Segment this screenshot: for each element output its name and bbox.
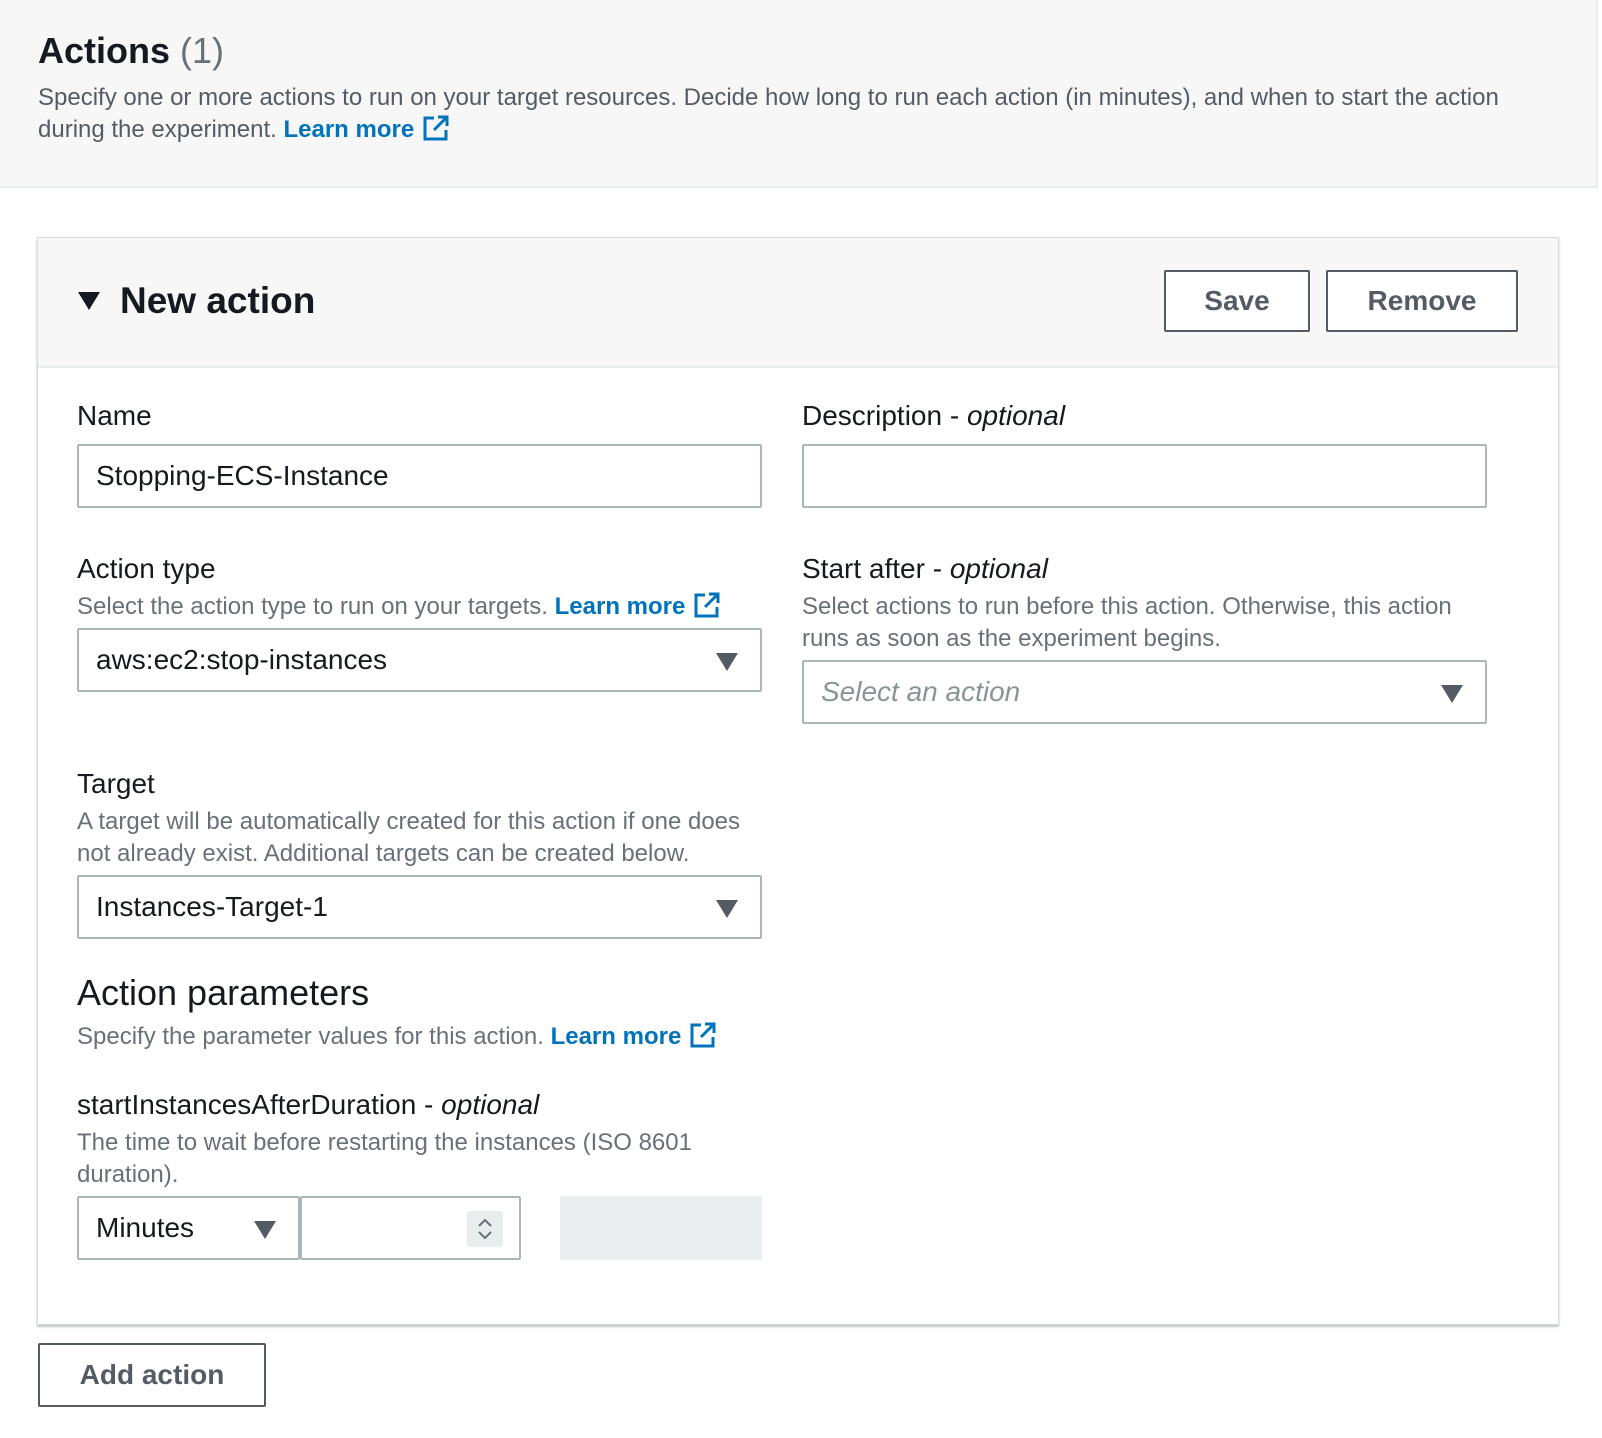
action-type-hint-text: Select the action type to run on your ta… bbox=[77, 593, 548, 620]
page-description-text: Specify one or more actions to run on yo… bbox=[38, 84, 1499, 143]
start-instances-after-duration-label-separator: - bbox=[416, 1089, 442, 1120]
duration-preview-field bbox=[560, 1196, 762, 1260]
actions-page: Actions (1) Specify one or more actions … bbox=[0, 0, 1602, 1438]
external-link-icon bbox=[689, 1021, 717, 1049]
action-type-selected-value: aws:ec2:stop-instances bbox=[96, 644, 388, 675]
start-instances-after-duration-label-text: startInstancesAfterDuration bbox=[77, 1089, 417, 1120]
action-parameters-hint-text: Specify the parameter values for this ac… bbox=[77, 1023, 544, 1050]
page-description: Specify one or more actions to run on yo… bbox=[38, 82, 1568, 146]
learn-more-label: Learn more bbox=[283, 116, 415, 143]
action-parameters-hint: Specify the parameter values for this ac… bbox=[77, 1021, 767, 1053]
learn-more-link[interactable]: Learn more bbox=[283, 114, 450, 143]
external-link-icon bbox=[422, 114, 450, 142]
start-after-placeholder: Select an action bbox=[821, 676, 1021, 707]
add-action-button[interactable]: Add action bbox=[38, 1343, 266, 1407]
start-after-label: Start after - optional bbox=[802, 553, 1048, 585]
action-parameters-title: Action parameters bbox=[77, 972, 370, 1013]
action-type-hint: Select the action type to run on your ta… bbox=[77, 591, 767, 623]
remove-button[interactable]: Remove bbox=[1326, 270, 1518, 332]
actions-count: (1) bbox=[180, 30, 225, 71]
action-type-learn-more-label: Learn more bbox=[554, 593, 686, 620]
action-type-select[interactable]: aws:ec2:stop-instances bbox=[77, 628, 762, 692]
name-input[interactable]: Stopping-ECS-Instance bbox=[77, 444, 762, 508]
description-label-text: Description bbox=[802, 400, 943, 431]
description-input[interactable] bbox=[802, 444, 1487, 508]
save-button[interactable]: Save bbox=[1164, 270, 1310, 332]
actions-header: Actions (1) Specify one or more actions … bbox=[0, 0, 1598, 188]
duration-number-input[interactable] bbox=[300, 1196, 521, 1260]
description-label-separator: - bbox=[942, 400, 967, 431]
target-select[interactable]: Instances-Target-1 bbox=[77, 875, 762, 939]
external-link-icon bbox=[693, 591, 721, 619]
action-card-header: New action Save Remove bbox=[38, 238, 1558, 368]
start-after-label-separator: - bbox=[924, 553, 950, 584]
description-label: Description - optional bbox=[802, 400, 1065, 432]
target-hint: A target will be automatically created f… bbox=[77, 808, 741, 867]
action-parameters-learn-more-label: Learn more bbox=[550, 1023, 682, 1050]
optional-tag: optional bbox=[441, 1089, 540, 1120]
optional-tag: optional bbox=[966, 400, 1066, 431]
start-after-label-text: Start after bbox=[802, 553, 925, 584]
action-card-title[interactable]: New action bbox=[120, 280, 315, 322]
start-instances-after-duration-label: startInstancesAfterDuration - optional bbox=[77, 1089, 539, 1121]
page-title-text: Actions bbox=[38, 30, 171, 71]
action-card: New action Save Remove Name Stopping-ECS… bbox=[37, 237, 1559, 1325]
caret-down-icon[interactable] bbox=[78, 292, 100, 310]
target-selected-value: Instances-Target-1 bbox=[96, 891, 328, 922]
caret-down-icon bbox=[716, 900, 738, 918]
caret-down-icon bbox=[1441, 685, 1463, 703]
action-type-label: Action type bbox=[77, 553, 216, 584]
start-after-hint: Select actions to run before this action… bbox=[802, 593, 1452, 652]
duration-unit-select[interactable]: Minutes bbox=[77, 1196, 300, 1260]
action-type-learn-more-link[interactable]: Learn more bbox=[554, 591, 722, 620]
duration-unit-selected-value: Minutes bbox=[96, 1212, 195, 1243]
caret-down-icon bbox=[716, 653, 738, 671]
spinner-arrows-icon[interactable] bbox=[467, 1211, 503, 1247]
optional-tag: optional bbox=[949, 553, 1048, 584]
start-after-select[interactable]: Select an action bbox=[802, 660, 1487, 724]
action-parameters-learn-more-link[interactable]: Learn more bbox=[550, 1021, 718, 1050]
page-title: Actions (1) bbox=[38, 30, 224, 72]
name-label: Name bbox=[77, 400, 152, 431]
start-instances-after-duration-hint: The time to wait before restarting the i… bbox=[77, 1129, 692, 1188]
caret-down-icon bbox=[254, 1221, 276, 1239]
target-label: Target bbox=[77, 768, 155, 799]
